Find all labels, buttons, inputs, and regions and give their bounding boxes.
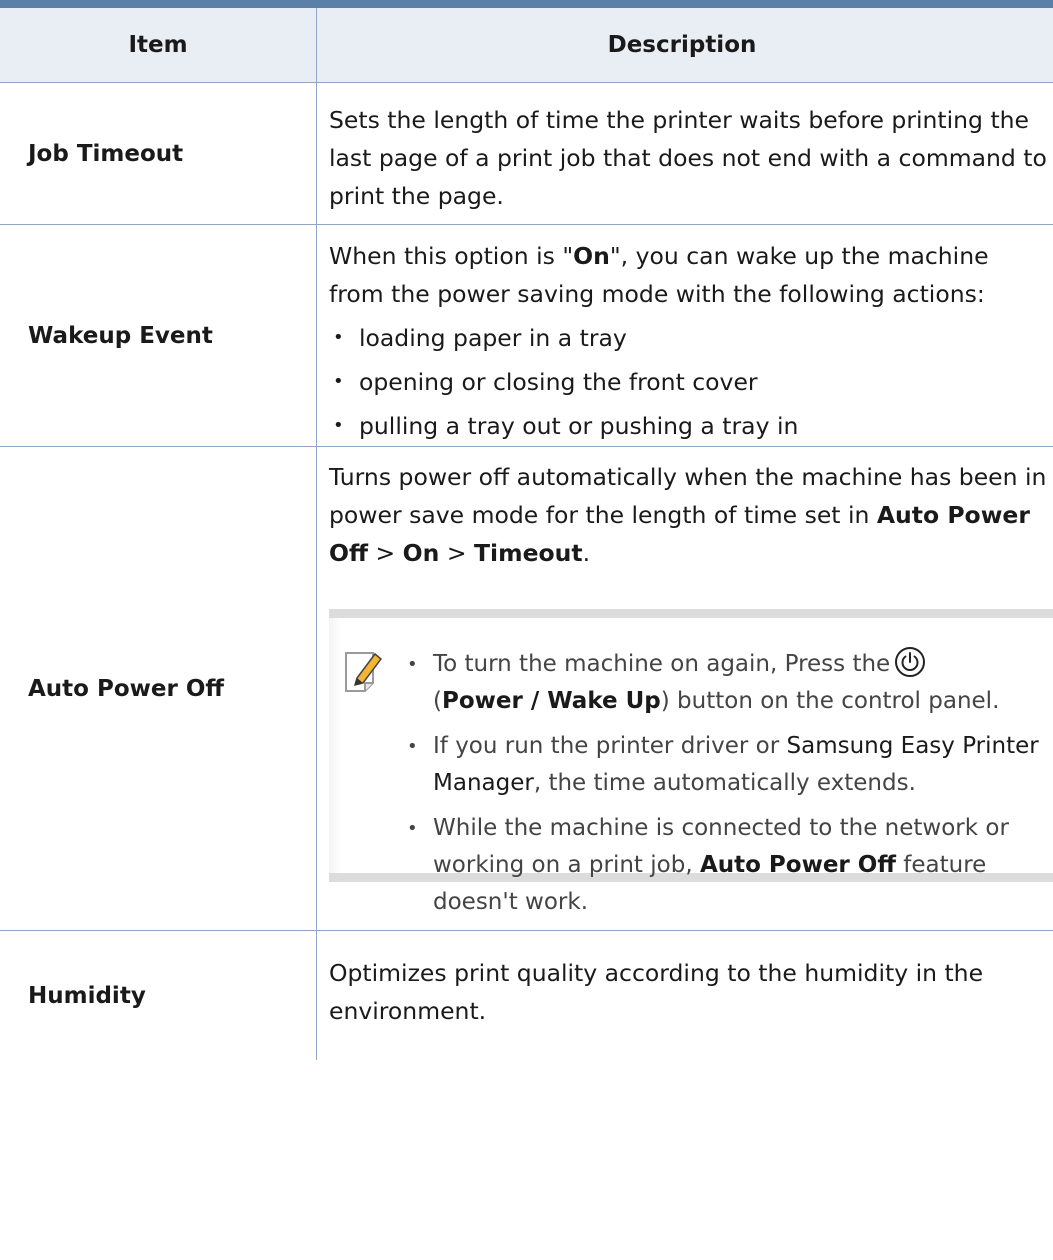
note-pencil-icon [345,652,383,692]
text-span: ( [433,688,442,714]
item-wakeup-event: Wakeup Event [0,225,317,446]
table-row: Humidity Optimizes print quality accordi… [0,931,1053,1060]
table-row: Job Timeout Sets the length of time the … [0,83,1053,225]
description-text: When this option is "On", you can wake u… [329,237,1047,313]
power-icon [895,647,926,677]
item-auto-power-off: Auto Power Off [0,447,317,930]
list-item: To turn the machine on again, Press the … [405,646,1043,720]
description-wakeup-event: When this option is "On", you can wake u… [317,225,1053,446]
table-top-bar [0,0,1053,8]
bold-power-wake-up: Power / Wake Up [441,688,661,714]
description-text: Sets the length of time the printer wait… [329,106,1047,210]
note-list: To turn the machine on again, Press the … [405,646,1043,929]
description-text: Optimizes print quality according to the… [329,959,984,1025]
settings-table: Item Description Job Timeout Sets the le… [0,0,1053,1060]
path-separator: > [368,539,403,567]
description-text: Turns power off automatically when the m… [329,458,1053,572]
header-description: Description [607,32,757,58]
description-job-timeout: Sets the length of time the printer wait… [317,83,1053,224]
list-item: loading paper in a tray [329,319,1047,357]
header-item: Item [0,8,317,82]
text-span: . [582,539,591,567]
table-row: Auto Power Off Turns power off automatic… [0,447,1053,931]
bold-on: On [573,242,610,270]
text-span: To turn the machine on again, Press the [433,651,891,677]
text-span: When this option is " [329,242,574,270]
description-humidity: Optimizes print quality according to the… [317,931,1053,1060]
list-item: While the machine is connected to the ne… [405,810,1043,921]
wakeup-actions-list: loading paper in a tray opening or closi… [329,319,1047,445]
list-item: pulling a tray out or pushing a tray in [329,407,1047,445]
item-job-timeout: Job Timeout [0,83,317,224]
menu-path-on: On [402,539,440,567]
menu-path-timeout: Timeout [474,539,583,567]
table-header-row: Item Description [0,8,1053,83]
list-item: If you run the printer driver or Samsung… [405,728,1043,802]
note-box: To turn the machine on again, Press the … [329,609,1053,915]
text-span: If you run the printer driver or [433,733,787,759]
list-item: opening or closing the front cover [329,363,1047,401]
description-auto-power-off: Turns power off automatically when the m… [317,447,1053,930]
table-row: Wakeup Event When this option is "On", y… [0,225,1053,447]
path-separator: > [439,539,475,567]
text-span: ) button on the control panel. [660,688,1000,714]
bold-auto-power-off: Auto Power Off [699,852,896,878]
item-humidity: Humidity [0,931,317,1060]
text-span: , the time automatically extends. [533,770,916,796]
